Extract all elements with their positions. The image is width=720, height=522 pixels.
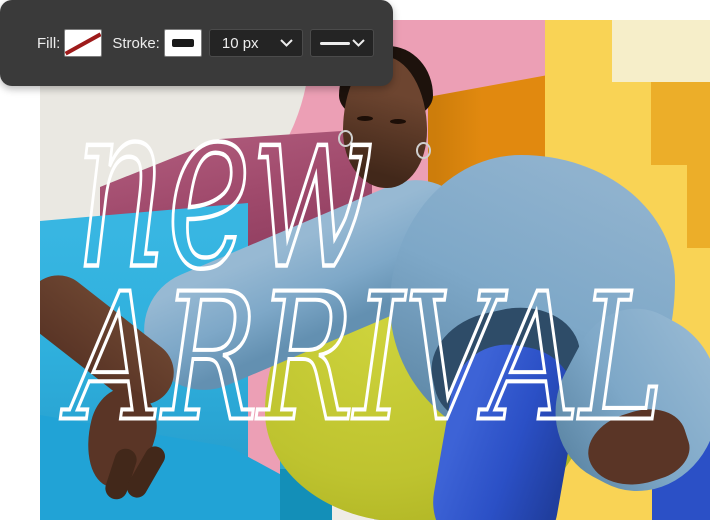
fill-none-icon — [65, 32, 102, 55]
cream-block — [612, 20, 710, 82]
hoop-earring-right — [416, 142, 431, 159]
stroke-swatch-button[interactable] — [164, 30, 201, 56]
chevron-down-icon — [280, 39, 293, 47]
fill-swatch-button[interactable] — [65, 30, 102, 56]
chevron-down-icon — [352, 39, 365, 47]
properties-toolbar: Fill: Stroke: 10 px — [0, 0, 393, 86]
overlay-text-line2[interactable]: ARRIVAL — [69, 268, 666, 448]
stroke-label: Stroke: — [112, 34, 160, 52]
model-eye-right — [390, 119, 406, 124]
solid-line-icon — [319, 41, 350, 45]
stroke-width-value: 10 px — [221, 34, 259, 52]
photo-artwork[interactable]: new ARRIVAL — [40, 20, 710, 520]
stroke-width-select[interactable]: 10 px — [208, 29, 303, 57]
fill-label: Fill: — [37, 34, 61, 52]
design-app-window: new ARRIVAL Fill: Stroke: 10 px — [0, 0, 720, 522]
stroke-style-select[interactable] — [309, 29, 374, 57]
stroke-color-icon — [171, 39, 194, 47]
